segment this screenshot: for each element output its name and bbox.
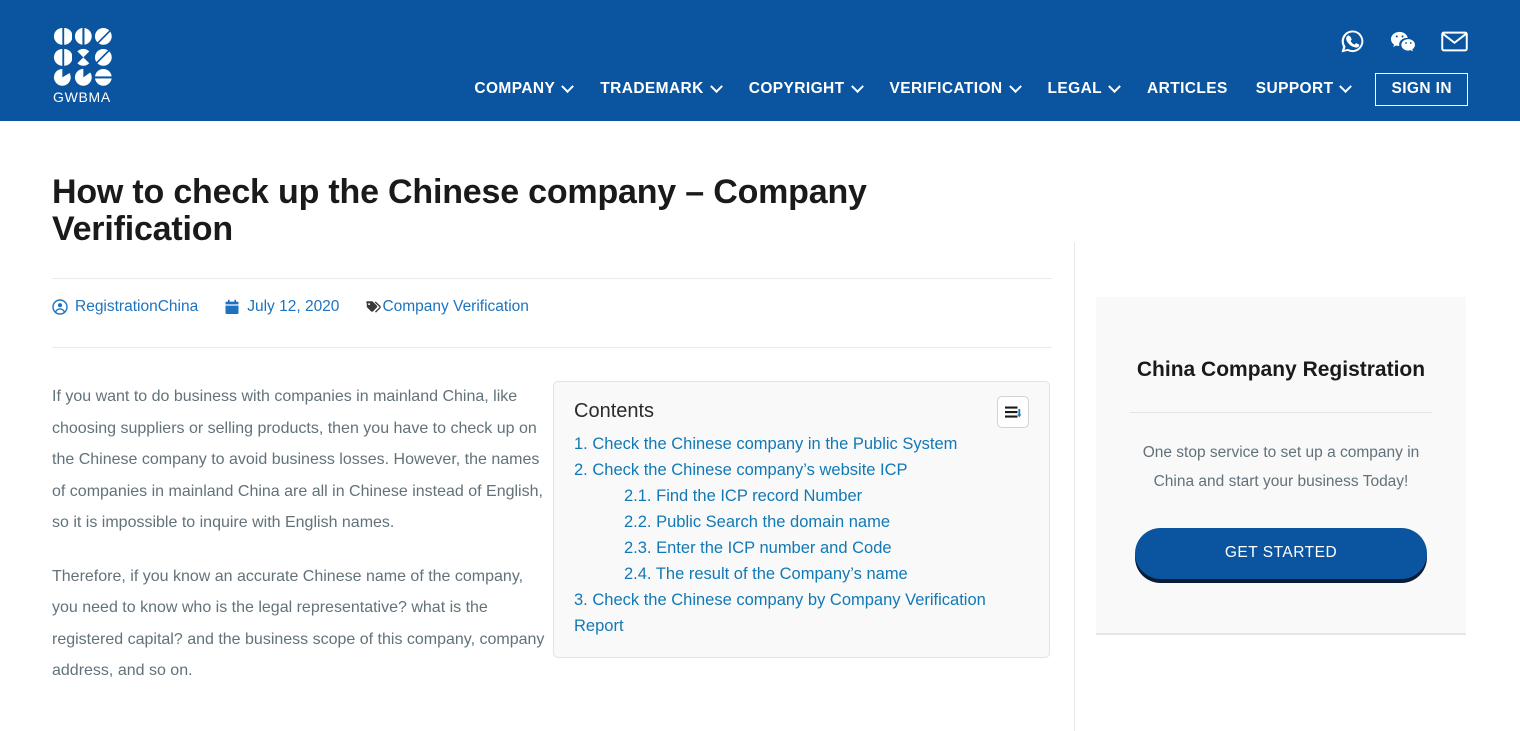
chevron-down-icon xyxy=(1008,80,1022,93)
chevron-down-icon xyxy=(1108,80,1121,93)
toc-list: 1. Check the Chinese company in the Publ… xyxy=(574,431,1029,639)
toc-column: Contents 1. Check the Chinese company in… xyxy=(553,381,1050,687)
chevron-down-icon xyxy=(709,80,723,93)
widget-divider xyxy=(1130,411,1432,413)
article-paragraph: Therefore, if you know an accurate Chine… xyxy=(52,567,545,680)
social-links xyxy=(1339,28,1468,55)
meta-date[interactable]: July 12, 2020 xyxy=(224,298,339,316)
toc-item-label: Check the Chinese company in the Public … xyxy=(592,435,958,454)
nav-item-company[interactable]: COMPANY xyxy=(460,80,586,98)
email-icon[interactable] xyxy=(1441,28,1468,55)
toc-item-number: 2.2. xyxy=(624,513,652,532)
toc-item-number: 2.1. xyxy=(624,487,652,506)
page-body: How to check up the Chinese company – Co… xyxy=(0,121,1520,731)
logo-cell-4 xyxy=(53,48,72,67)
widget-title: China Company Registration xyxy=(1136,358,1426,381)
toc-item-number: 2.3. xyxy=(624,539,652,558)
nav-item-trademark[interactable]: TRADEMARK xyxy=(586,80,734,98)
meta-category-label: Company Verification xyxy=(382,298,529,316)
logo-cell-7 xyxy=(53,68,72,87)
main-navigation: COMPANY TRADEMARK COPYRIGHT VERIFICATION… xyxy=(460,73,1468,106)
page-title: How to check up the Chinese company – Co… xyxy=(52,173,867,248)
logo-cell-1 xyxy=(53,27,72,46)
calendar-icon xyxy=(224,299,240,315)
sidebar-widget-registration: China Company Registration One stop serv… xyxy=(1096,297,1466,635)
wechat-icon[interactable] xyxy=(1390,28,1417,55)
article-column: How to check up the Chinese company – Co… xyxy=(52,174,1052,687)
sidebar: China Company Registration One stop serv… xyxy=(1096,297,1466,635)
logo-wordmark: GWBMA xyxy=(53,89,111,105)
toc-item[interactable]: 2. Check the Chinese company’s website I… xyxy=(574,457,1029,483)
column-divider xyxy=(1074,242,1075,731)
toc-item-label: The result of the Company’s name xyxy=(655,565,908,584)
meta-author[interactable]: RegistrationChina xyxy=(52,298,198,316)
toc-item[interactable]: 1. Check the Chinese company in the Publ… xyxy=(574,431,1029,457)
logo-cell-6 xyxy=(94,48,113,67)
nav-item-copyright[interactable]: COPYRIGHT xyxy=(735,80,876,98)
chevron-down-icon xyxy=(561,80,575,93)
toc-item[interactable]: 2.2. Public Search the domain name xyxy=(574,509,1029,535)
chevron-down-icon xyxy=(1339,80,1353,93)
meta-date-label: July 12, 2020 xyxy=(247,298,340,316)
nav-label: COMPANY xyxy=(474,80,556,98)
toc-item[interactable]: 2.4. The result of the Company’s name xyxy=(574,561,1029,587)
toc-item-label: Find the ICP record Number xyxy=(656,487,863,506)
toc-item[interactable]: 3. Check the Chinese company by Company … xyxy=(574,587,1029,639)
nav-item-support[interactable]: SUPPORT xyxy=(1242,80,1365,98)
site-logo[interactable]: GWBMA xyxy=(53,27,115,105)
toc-title: Contents xyxy=(574,400,655,423)
toc-toggle-button[interactable] xyxy=(997,396,1029,429)
toc-item-number: 2. xyxy=(574,461,588,480)
logo-cell-3 xyxy=(94,27,113,46)
nav-item-legal[interactable]: LEGAL xyxy=(1034,80,1134,98)
toc-item-label: Check the Chinese company by Company Ver… xyxy=(574,591,986,636)
table-of-contents: Contents 1. Check the Chinese company in… xyxy=(553,381,1050,659)
toc-header: Contents xyxy=(574,396,1029,429)
toc-item-number: 3. xyxy=(574,591,588,610)
site-header: GWBMA COMPANY TRADEMARK COPYRIGHT VERIFI… xyxy=(0,0,1520,121)
user-circle-icon xyxy=(52,299,68,316)
logo-cell-5 xyxy=(74,48,93,67)
nav-label: SUPPORT xyxy=(1255,80,1334,98)
meta-category[interactable]: Company Verification xyxy=(365,298,529,316)
toc-item-label: Public Search the domain name xyxy=(656,513,891,532)
logo-cell-8 xyxy=(74,68,93,87)
nav-label: VERIFICATION xyxy=(889,80,1003,98)
nav-label: LEGAL xyxy=(1047,80,1103,98)
article-body: If you want to do business with companie… xyxy=(52,381,1052,687)
meta-divider xyxy=(52,347,1052,349)
get-started-button[interactable]: GET STARTED xyxy=(1135,527,1427,579)
toc-item-number: 1. xyxy=(574,435,588,454)
sign-in-button[interactable]: SIGN IN xyxy=(1375,73,1468,106)
nav-label: TRADEMARK xyxy=(600,80,704,98)
article-paragraph: If you want to do business with companie… xyxy=(52,388,543,532)
nav-item-verification[interactable]: VERIFICATION xyxy=(876,80,1034,98)
nav-label: COPYRIGHT xyxy=(748,80,845,98)
toc-item[interactable]: 2.1. Find the ICP record Number xyxy=(574,483,1029,509)
meta-author-label: RegistrationChina xyxy=(75,298,199,316)
tags-icon xyxy=(365,299,382,315)
toc-toggle-icon xyxy=(1005,406,1022,418)
toc-item-number: 2.4. xyxy=(624,565,652,584)
nav-label: ARTICLES xyxy=(1147,80,1228,98)
logo-mark xyxy=(53,27,113,87)
article-text: If you want to do business with companie… xyxy=(52,381,552,687)
widget-description: One stop service to set up a company in … xyxy=(1142,443,1420,491)
toc-item-label: Check the Chinese company’s website ICP xyxy=(592,461,908,480)
whatsapp-icon[interactable] xyxy=(1339,28,1366,55)
chevron-down-icon xyxy=(850,80,864,93)
toc-item-label: Enter the ICP number and Code xyxy=(656,539,892,558)
logo-cell-2 xyxy=(74,27,93,46)
post-meta: RegistrationChina July 12, 2020 Company … xyxy=(52,279,1052,321)
logo-cell-9 xyxy=(94,68,113,87)
toc-item[interactable]: 2.3. Enter the ICP number and Code xyxy=(574,535,1029,561)
nav-item-articles[interactable]: ARTICLES xyxy=(1133,80,1242,98)
